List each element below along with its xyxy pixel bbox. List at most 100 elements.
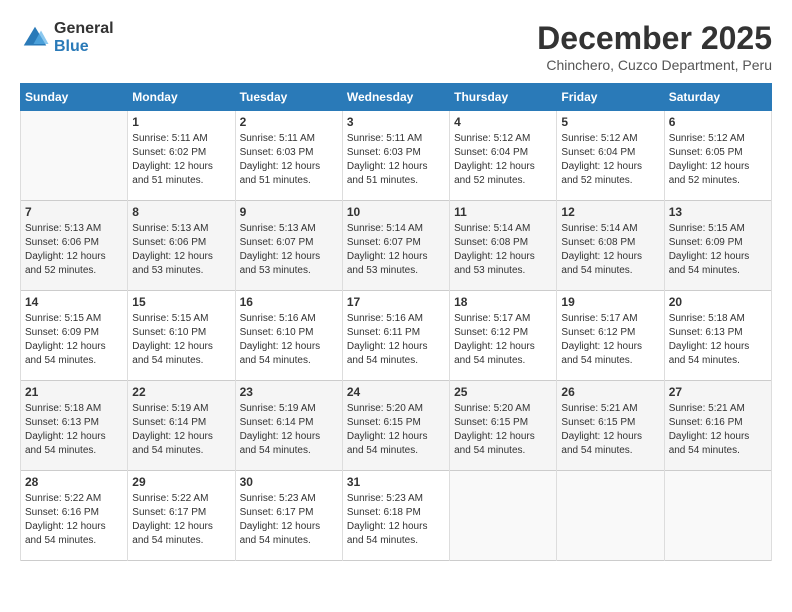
- sunset-text: Sunset: 6:08 PM: [561, 237, 635, 248]
- logo-general: General: [54, 20, 114, 38]
- logo: General Blue: [20, 20, 114, 55]
- day-info: Sunrise: 5:12 AMSunset: 6:05 PMDaylight:…: [669, 132, 767, 188]
- sunset-text: Sunset: 6:16 PM: [25, 507, 99, 518]
- day-info: Sunrise: 5:18 AMSunset: 6:13 PMDaylight:…: [25, 402, 123, 458]
- day-number: 26: [561, 385, 659, 399]
- daylight-text-cont: and 54 minutes.: [240, 445, 311, 456]
- title-block: December 2025 Chinchero, Cuzco Departmen…: [537, 20, 772, 73]
- header-day-sunday: Sunday: [21, 84, 128, 111]
- logo-icon: [20, 23, 50, 53]
- logo-blue: Blue: [54, 38, 114, 56]
- day-cell: 9Sunrise: 5:13 AMSunset: 6:07 PMDaylight…: [235, 201, 342, 291]
- day-number: 30: [240, 475, 338, 489]
- sunset-text: Sunset: 6:15 PM: [454, 417, 528, 428]
- daylight-text: Daylight: 12 hours: [132, 521, 213, 532]
- page-header: General Blue December 2025 Chinchero, Cu…: [20, 20, 772, 73]
- day-number: 2: [240, 115, 338, 129]
- day-info: Sunrise: 5:13 AMSunset: 6:07 PMDaylight:…: [240, 222, 338, 278]
- sunset-text: Sunset: 6:14 PM: [240, 417, 314, 428]
- day-cell: 13 Sunrise: 5:15 AMSunset: 6:09 PMDayligh…: [664, 201, 771, 291]
- day-number: 8: [132, 205, 230, 219]
- sunrise-text: Sunrise: 5:16 AM: [240, 313, 316, 324]
- sunrise-text: Sunrise: 5:23 AM: [240, 493, 316, 504]
- header-day-thursday: Thursday: [450, 84, 557, 111]
- daylight-text-cont: and 54 minutes.: [240, 535, 311, 546]
- daylight-text: Daylight: 12 hours: [669, 161, 750, 172]
- day-cell: [664, 471, 771, 561]
- day-number: 20: [669, 295, 767, 309]
- sunset-text: Sunset: 6:15 PM: [347, 417, 421, 428]
- daylight-text: Daylight: 12 hours: [347, 161, 428, 172]
- daylight-text-cont: and 54 minutes.: [25, 535, 96, 546]
- daylight-text-cont: and 54 minutes.: [561, 355, 632, 366]
- sunset-text: Sunset: 6:07 PM: [347, 237, 421, 248]
- sunset-text: Sunset: 6:02 PM: [132, 147, 206, 158]
- daylight-text-cont: and 54 minutes.: [561, 265, 632, 276]
- day-number: 31: [347, 475, 445, 489]
- daylight-text-cont: and 54 minutes.: [669, 265, 740, 276]
- sunset-text: Sunset: 6:06 PM: [25, 237, 99, 248]
- daylight-text-cont: and 54 minutes.: [669, 445, 740, 456]
- daylight-text-cont: and 51 minutes.: [132, 175, 203, 186]
- sunrise-text: Sunrise: 5:19 AM: [132, 403, 208, 414]
- daylight-text: Daylight: 12 hours: [669, 341, 750, 352]
- daylight-text: Daylight: 12 hours: [669, 431, 750, 442]
- day-number: 16: [240, 295, 338, 309]
- day-number: 13: [669, 205, 767, 219]
- day-number: 23: [240, 385, 338, 399]
- daylight-text: Daylight: 12 hours: [561, 161, 642, 172]
- day-number: 11: [454, 205, 552, 219]
- sunrise-text: Sunrise: 5:14 AM: [454, 223, 530, 234]
- sunrise-text: Sunrise: 5:18 AM: [669, 313, 745, 324]
- day-cell: 14Sunrise: 5:15 AMSunset: 6:09 PMDayligh…: [21, 291, 128, 381]
- day-cell: 19Sunrise: 5:17 AMSunset: 6:12 PMDayligh…: [557, 291, 664, 381]
- sunset-text: Sunset: 6:17 PM: [240, 507, 314, 518]
- sunset-text: Sunset: 6:13 PM: [25, 417, 99, 428]
- daylight-text-cont: and 51 minutes.: [347, 175, 418, 186]
- day-cell: 4Sunrise: 5:12 AMSunset: 6:04 PMDaylight…: [450, 111, 557, 201]
- daylight-text: Daylight: 12 hours: [347, 431, 428, 442]
- sunrise-text: Sunrise: 5:17 AM: [454, 313, 530, 324]
- week-row-2: 7Sunrise: 5:13 AMSunset: 6:06 PMDaylight…: [21, 201, 772, 291]
- daylight-text-cont: and 53 minutes.: [132, 265, 203, 276]
- sunset-text: Sunset: 6:11 PM: [347, 327, 420, 338]
- day-number: 22: [132, 385, 230, 399]
- sunrise-text: Sunrise: 5:18 AM: [25, 403, 101, 414]
- daylight-text: Daylight: 12 hours: [240, 431, 321, 442]
- day-cell: 2Sunrise: 5:11 AMSunset: 6:03 PMDaylight…: [235, 111, 342, 201]
- day-cell: 6 Sunrise: 5:12 AMSunset: 6:05 PMDaylight…: [664, 111, 771, 201]
- logo-text: General Blue: [54, 20, 114, 55]
- day-number: 10: [347, 205, 445, 219]
- daylight-text-cont: and 54 minutes.: [454, 355, 525, 366]
- header-day-saturday: Saturday: [664, 84, 771, 111]
- day-info: Sunrise: 5:15 AMSunset: 6:09 PMDaylight:…: [25, 312, 123, 368]
- day-cell: 21Sunrise: 5:18 AMSunset: 6:13 PMDayligh…: [21, 381, 128, 471]
- header-row: SundayMondayTuesdayWednesdayThursdayFrid…: [21, 84, 772, 111]
- sunrise-text: Sunrise: 5:21 AM: [669, 403, 745, 414]
- daylight-text: Daylight: 12 hours: [240, 251, 321, 262]
- daylight-text-cont: and 53 minutes.: [347, 265, 418, 276]
- daylight-text: Daylight: 12 hours: [132, 341, 213, 352]
- day-cell: 28Sunrise: 5:22 AMSunset: 6:16 PMDayligh…: [21, 471, 128, 561]
- sunrise-text: Sunrise: 5:15 AM: [132, 313, 208, 324]
- day-cell: 18Sunrise: 5:17 AMSunset: 6:12 PMDayligh…: [450, 291, 557, 381]
- day-info: Sunrise: 5:14 AMSunset: 6:07 PMDaylight:…: [347, 222, 445, 278]
- sunrise-text: Sunrise: 5:12 AM: [669, 133, 745, 144]
- sunrise-text: Sunrise: 5:14 AM: [561, 223, 637, 234]
- day-info: Sunrise: 5:21 AMSunset: 6:16 PMDaylight:…: [669, 402, 767, 458]
- subtitle: Chinchero, Cuzco Department, Peru: [537, 57, 772, 73]
- day-cell: 16Sunrise: 5:16 AMSunset: 6:10 PMDayligh…: [235, 291, 342, 381]
- header-day-wednesday: Wednesday: [342, 84, 449, 111]
- day-number: 6: [669, 115, 767, 129]
- header-day-tuesday: Tuesday: [235, 84, 342, 111]
- daylight-text-cont: and 54 minutes.: [132, 355, 203, 366]
- sunset-text: Sunset: 6:04 PM: [561, 147, 635, 158]
- daylight-text: Daylight: 12 hours: [25, 341, 106, 352]
- sunset-text: Sunset: 6:12 PM: [454, 327, 528, 338]
- day-cell: 24Sunrise: 5:20 AMSunset: 6:15 PMDayligh…: [342, 381, 449, 471]
- week-row-4: 21Sunrise: 5:18 AMSunset: 6:13 PMDayligh…: [21, 381, 772, 471]
- day-number: 19: [561, 295, 659, 309]
- day-info: Sunrise: 5:15 AMSunset: 6:09 PMDaylight:…: [669, 222, 767, 278]
- header-day-friday: Friday: [557, 84, 664, 111]
- day-info: Sunrise: 5:13 AMSunset: 6:06 PMDaylight:…: [25, 222, 123, 278]
